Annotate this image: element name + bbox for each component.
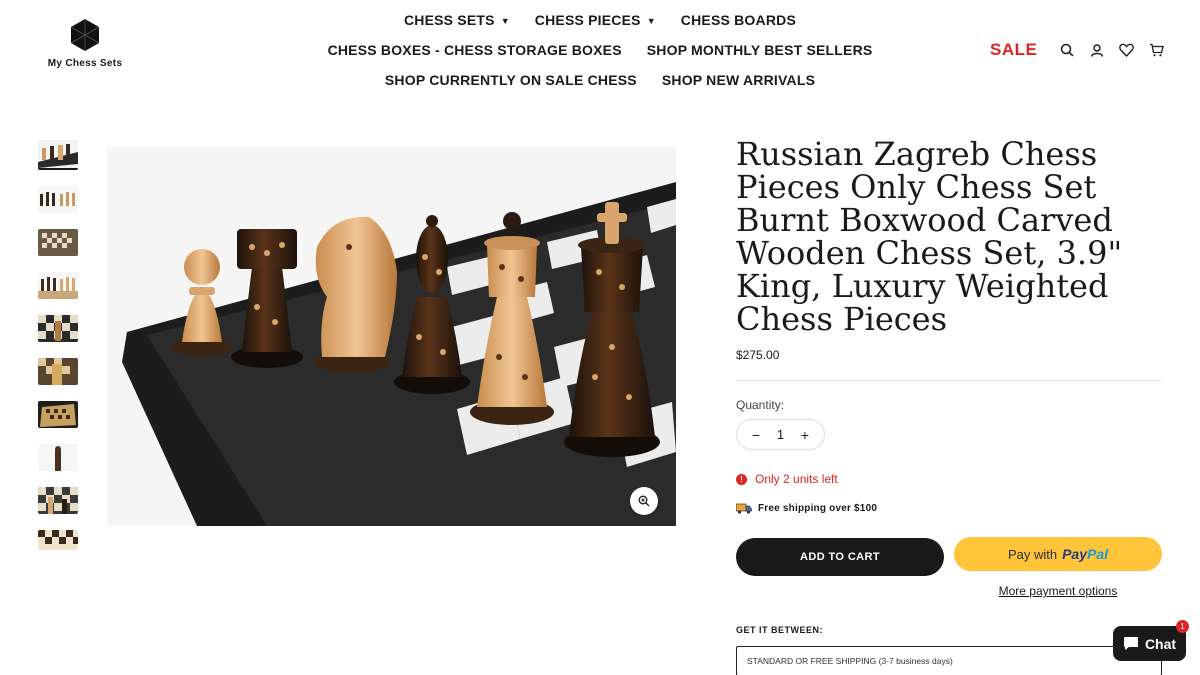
- nav-item-on-sale[interactable]: SHOP CURRENTLY ON SALE CHESS: [385, 72, 637, 88]
- knight-piece: [314, 216, 397, 373]
- nav-row-1: CHESS SETS ▼ CHESS PIECES ▼ CHESS BOARDS: [300, 12, 900, 28]
- quantity-label: Quantity:: [736, 398, 785, 412]
- stock-warning: ! Only 2 units left: [736, 472, 838, 486]
- chat-notification-badge: 1: [1176, 620, 1189, 633]
- delivery-truck-icon: [736, 503, 752, 514]
- thumbnail-3[interactable]: [38, 229, 78, 256]
- stock-text: Only 2 units left: [755, 472, 838, 486]
- chat-label: Chat: [1144, 635, 1177, 652]
- search-icon[interactable]: [1058, 41, 1075, 58]
- quantity-stepper: − 1 +: [736, 419, 825, 450]
- nav-item-chess-sets[interactable]: CHESS SETS ▼: [404, 12, 510, 28]
- thumbnail-5[interactable]: [38, 315, 78, 342]
- thumbnail-9[interactable]: [38, 487, 78, 514]
- thumbnail-2[interactable]: [38, 186, 78, 213]
- delivery-estimate-label: GET IT BETWEEN:: [736, 625, 823, 635]
- thumbnail-list: [38, 140, 78, 550]
- thumbnail-8[interactable]: [38, 444, 78, 471]
- chat-button[interactable]: Chat: [1113, 626, 1186, 661]
- nav-item-new-arrivals[interactable]: SHOP NEW ARRIVALS: [662, 72, 815, 88]
- product-price: $275.00: [736, 348, 780, 362]
- nav-label: CHESS BOARDS: [680, 12, 796, 28]
- wishlist-icon[interactable]: [1118, 41, 1135, 58]
- thumbnail-7[interactable]: [38, 401, 78, 428]
- alert-icon: !: [736, 473, 747, 485]
- shipping-note: Free shipping over $100: [736, 503, 877, 514]
- thumbnail-10[interactable]: [38, 530, 78, 550]
- thumbnail-4[interactable]: [38, 272, 78, 299]
- nav-row-3: SHOP CURRENTLY ON SALE CHESS SHOP NEW AR…: [300, 72, 900, 88]
- paypal-prefix: Pay with: [1007, 546, 1058, 562]
- header-actions: [1058, 41, 1165, 58]
- shipping-note-text: Free shipping over $100: [758, 503, 878, 514]
- paypal-button[interactable]: Pay with PayPal: [954, 537, 1162, 571]
- nav-row-2: CHESS BOXES - CHESS STORAGE BOXES SHOP M…: [300, 42, 900, 58]
- cart-icon[interactable]: [1148, 41, 1165, 58]
- main-product-image[interactable]: [107, 147, 676, 526]
- sale-link[interactable]: SALE: [990, 40, 1037, 60]
- quantity-increase-button[interactable]: +: [798, 427, 812, 443]
- nav-label: CHESS SETS: [403, 12, 495, 28]
- zoom-button[interactable]: [630, 487, 658, 515]
- nav-item-chess-boxes[interactable]: CHESS BOXES - CHESS STORAGE BOXES: [328, 42, 622, 58]
- chat-bubble-icon: [1123, 637, 1138, 650]
- add-to-cart-button[interactable]: ADD TO CART: [736, 538, 944, 576]
- divider: [736, 380, 1162, 381]
- quantity-value[interactable]: 1: [777, 427, 784, 442]
- thumbnail-1[interactable]: [38, 140, 78, 170]
- hexagon-logo-icon: [70, 19, 100, 51]
- paypal-logo-pay: Pay: [1062, 546, 1088, 562]
- chevron-down-icon: ▼: [500, 16, 510, 26]
- shipping-option-select[interactable]: STANDARD OR FREE SHIPPING (3-7 business …: [736, 646, 1162, 675]
- nav-label: CHESS PIECES: [534, 12, 641, 28]
- nav-item-best-sellers[interactable]: SHOP MONTHLY BEST SELLERS: [647, 42, 873, 58]
- brand-logo[interactable]: My Chess Sets: [40, 18, 130, 69]
- thumbnail-6[interactable]: [38, 358, 78, 385]
- product-title: Russian Zagreb Chess Pieces Only Chess S…: [736, 135, 1123, 338]
- chevron-down-icon: ▼: [646, 16, 656, 26]
- nav-item-chess-boards[interactable]: CHESS BOARDS: [681, 12, 796, 28]
- paypal-logo: PayPal: [1062, 546, 1108, 562]
- brand-name: My Chess Sets: [47, 58, 123, 69]
- quantity-decrease-button[interactable]: −: [749, 427, 763, 443]
- paypal-logo-pal: Pal: [1087, 546, 1109, 562]
- zoom-in-icon: [638, 495, 650, 507]
- more-payment-options-link[interactable]: More payment options: [954, 584, 1162, 598]
- account-icon[interactable]: [1088, 41, 1105, 58]
- nav-item-chess-pieces[interactable]: CHESS PIECES ▼: [535, 12, 656, 28]
